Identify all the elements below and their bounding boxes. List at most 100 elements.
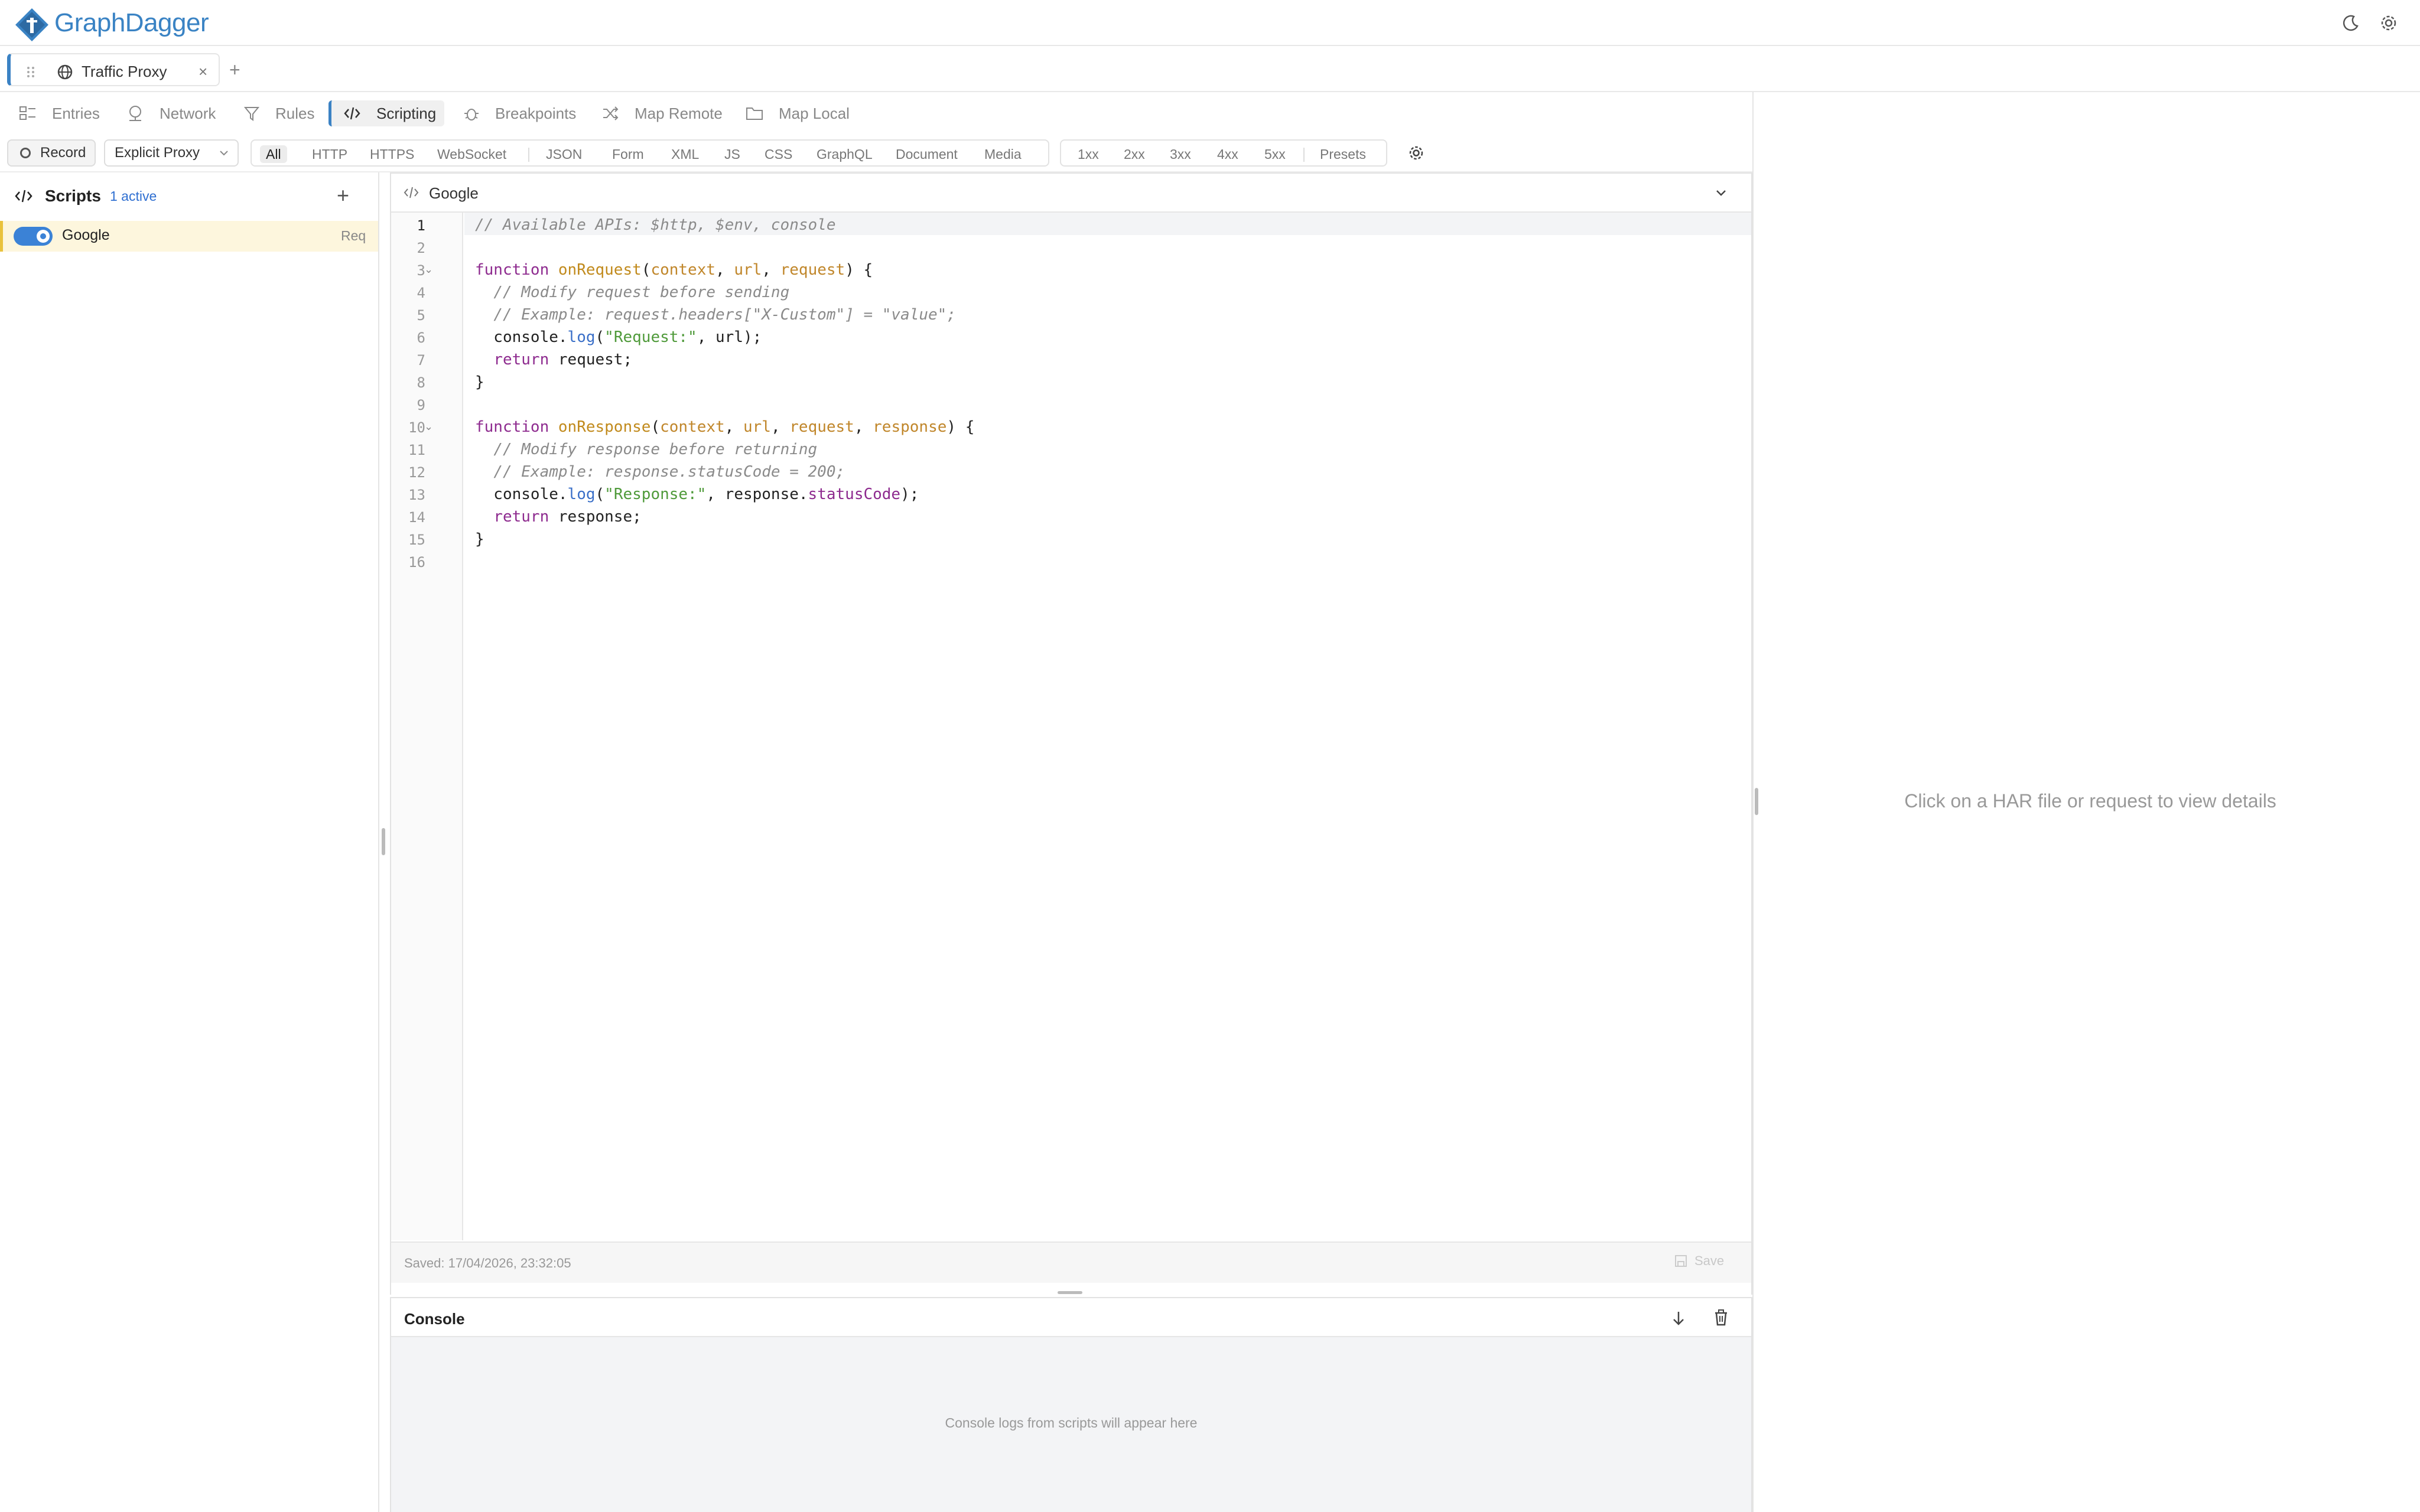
record-label: Record [40,145,86,161]
tab-traffic-proxy[interactable]: Traffic Proxy × [7,53,220,86]
drag-handle-icon[interactable] [25,65,37,79]
panel-divider [1752,92,1754,1512]
line-number: 11 [408,442,425,458]
nav-rules[interactable]: Rules [243,100,314,126]
saved-timestamp: Saved: 17/04/2026, 23:32:05 [404,1256,571,1270]
code-icon [15,190,32,203]
nav-network[interactable]: Network [126,100,216,126]
nav-map-local[interactable]: Map Local [746,100,850,126]
filter-chip-5xx[interactable]: 5xx [1258,145,1292,163]
details-resize-handle[interactable] [1755,788,1758,815]
tab-label: Traffic Proxy [82,63,167,80]
code-area[interactable]: // Available APIs: $http, $env, console f… [464,213,1751,1240]
content-type-filter: All HTTP HTTPS WebSocket JSON Form XML J… [251,139,1049,167]
filter-settings-gear-icon[interactable] [1407,144,1425,162]
line-number: 8 [417,374,425,391]
filter-chip-js[interactable]: JS [718,145,746,163]
fold-chevron-icon[interactable]: ⌄ [424,263,433,276]
line-number: 4 [417,285,425,301]
filter-chip-css[interactable]: CSS [759,145,798,163]
nav-entries[interactable]: Entries [19,100,100,126]
nav-label: Rules [275,104,315,122]
save-label: Save [1694,1253,1725,1268]
nav-label: Map Remote [635,104,723,122]
code-line: // Available APIs: $http, $env, console [475,216,836,234]
filter-chip-4xx[interactable]: 4xx [1211,145,1244,163]
save-button[interactable]: Save [1674,1253,1724,1269]
sidebar-resize-handle[interactable] [382,828,385,855]
line-number: 13 [408,487,425,503]
filter-chip-form[interactable]: Form [606,145,650,163]
console-header: Console [391,1298,1751,1337]
console-empty-message: Console logs from scripts will appear he… [945,1415,1198,1430]
console-panel: Console Console logs from scripts will a… [390,1297,1752,1512]
dark-mode-icon[interactable] [2341,13,2361,33]
filter-chip-websocket[interactable]: WebSocket [431,145,512,163]
proxy-mode-select[interactable]: Explicit Proxy [104,139,239,167]
line-number: 5 [417,307,425,324]
app-name: GraphDagger [54,8,209,37]
filter-chip-presets[interactable]: Presets [1314,145,1372,163]
code-line: // Example: request.headers["X-Custom"] … [493,306,956,324]
fold-chevron-icon[interactable]: ⌄ [424,421,433,433]
add-script-button[interactable]: + [337,183,349,208]
entries-icon [19,106,35,120]
proxy-mode-value: Explicit Proxy [115,145,200,161]
code-icon [404,187,419,198]
filter-chip-json[interactable]: JSON [540,145,588,163]
nav-map-remote[interactable]: Map Remote [601,100,723,126]
console-resize-handle[interactable] [1058,1291,1082,1294]
close-icon[interactable]: × [199,63,207,81]
line-number: 10 [408,419,425,436]
status-filter: 1xx 2xx 3xx 4xx 5xx Presets [1060,139,1387,167]
nav-scripting[interactable]: Scripting [328,100,445,126]
filter-chip-http[interactable]: HTTP [306,145,353,163]
filter-chip-graphql[interactable]: GraphQL [811,145,879,163]
line-number: 16 [408,554,425,571]
editor-footer: Saved: 17/04/2026, 23:32:05 Save [391,1241,1751,1283]
nav-label: Scripting [376,104,437,122]
filter-chip-2xx[interactable]: 2xx [1118,145,1151,163]
globe-icon [57,64,73,80]
new-tab-button[interactable]: + [229,59,240,81]
code-line: // Modify response before returning [493,441,818,458]
filter-icon [243,107,260,121]
nav-breakpoints[interactable]: Breakpoints [463,100,576,126]
details-empty-message: Click on a HAR file or request to view d… [1904,790,2276,812]
app-header: GraphDagger [0,0,2420,46]
bug-icon [464,109,479,120]
shuffle-icon [603,106,619,120]
filter-chip-https[interactable]: HTTPS [364,145,420,163]
console-body: Console logs from scripts will appear he… [391,1337,1751,1512]
gear-icon[interactable] [2379,13,2399,33]
filter-chip-xml[interactable]: XML [665,145,705,163]
line-number: 1 [417,217,425,234]
code-line: // Modify request before sending [493,284,790,301]
line-number: 2 [417,240,425,256]
record-icon [20,148,31,158]
trash-icon[interactable] [1713,1309,1729,1327]
code-line: function onRequest(context, url, request… [475,261,873,279]
filter-chip-all[interactable]: All [260,145,287,163]
details-panel: Click on a HAR file or request to view d… [1761,92,2420,1512]
line-number: 6 [417,330,425,346]
chevron-down-icon [220,151,228,156]
filter-chip-3xx[interactable]: 3xx [1164,145,1197,163]
editor-title: Google [429,184,479,202]
filter-chip-1xx[interactable]: 1xx [1072,145,1105,163]
code-line: // Example: response.statusCode = 200; [493,463,845,481]
nav-label: Breakpoints [495,104,577,122]
code-line: return response; [493,508,642,526]
record-button[interactable]: Record [7,139,96,167]
network-icon [129,106,141,121]
code-icon [344,107,360,120]
code-line: } [475,373,484,391]
filter-chip-media[interactable]: Media [978,145,1027,163]
active-count-badge: 1 active [110,188,157,204]
script-enabled-toggle[interactable] [14,227,53,246]
script-list-item[interactable]: Google Req [0,221,378,252]
chevron-down-icon[interactable] [1715,188,1728,198]
arrow-down-icon[interactable] [1671,1310,1686,1327]
tab-strip: Traffic Proxy × + [0,47,2420,92]
filter-chip-document[interactable]: Document [890,145,964,163]
